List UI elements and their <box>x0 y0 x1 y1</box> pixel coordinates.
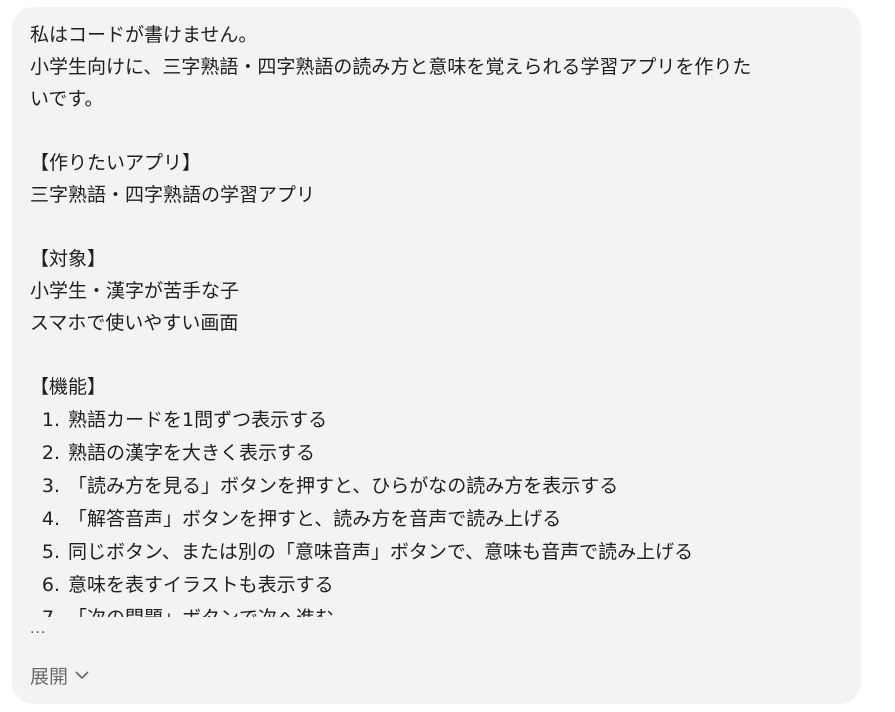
expand-button[interactable]: 展開 <box>30 662 89 689</box>
list-item-text: 「読み方を見る」ボタンを押すと、ひらがなの読み方を表示する <box>68 474 619 497</box>
list-item-number: 6. <box>41 573 60 596</box>
features-heading: 【機能】 <box>30 376 107 398</box>
list-item: 7. 「次の問題」ボタンで次へ進む <box>30 601 845 618</box>
section-heading-target: 【対象】 <box>30 248 107 270</box>
message-bubble: 私はコードが書けません。 小学生向けに、三字熟語・四字熟語の読み方と意味を覚えら… <box>12 7 861 704</box>
list-item: 5. 同じボタン、または別の「意味音声」ボタンで、意味も音声で読み上げる <box>30 535 845 568</box>
list-item: 2. 熟語の漢字を大きく表示する <box>30 436 845 469</box>
message-content: 私はコードが書けません。 小学生向けに、三字熟語・四字熟語の読み方と意味を覚えら… <box>30 19 845 617</box>
list-item: 3. 「読み方を見る」ボタンを押すと、ひらがなの読み方を表示する <box>30 469 845 502</box>
list-item-text: 同じボタン、または別の「意味音声」ボタンで、意味も音声で読み上げる <box>68 540 694 563</box>
section-line: スマホで使いやすい画面 <box>30 312 239 334</box>
chevron-down-icon <box>75 671 89 679</box>
list-item: 6. 意味を表すイラストも表示する <box>30 568 845 601</box>
truncation-ellipsis: ... <box>30 621 47 637</box>
list-item-number: 2. <box>41 441 60 464</box>
list-item: 4. 「解答音声」ボタンを押すと、読み方を音声で読み上げる <box>30 502 845 535</box>
list-item-number: 4. <box>41 507 60 530</box>
section-heading-app: 【作りたいアプリ】 <box>30 152 202 174</box>
intro-line: 私はコードが書けません。 <box>30 24 258 46</box>
list-item-number: 7. <box>30 602 68 618</box>
list-item-text: 「次の問題」ボタンで次へ進む <box>68 602 334 618</box>
list-item-text: 熟語の漢字を大きく表示する <box>68 441 316 464</box>
intro-line: 小学生向けに、三字熟語・四字熟語の読み方と意味を覚えられる学習アプリを作りた <box>30 56 752 78</box>
expand-label: 展開 <box>30 666 69 688</box>
list-item-text: 熟語カードを1問ずつ表示する <box>68 408 328 431</box>
section-line: 三字熟語・四字熟語の学習アプリ <box>30 184 316 206</box>
intro-line: いです。 <box>30 88 104 110</box>
list-item: 1. 熟語カードを1問ずつ表示する <box>30 403 845 436</box>
list-item-number: 1. <box>41 408 60 431</box>
section-line: 小学生・漢字が苦手な子 <box>30 280 240 302</box>
list-item-number: 3. <box>41 474 60 497</box>
list-item-text: 「解答音声」ボタンを押すと、読み方を音声で読み上げる <box>68 507 562 530</box>
list-item-number: 5. <box>41 540 60 563</box>
feature-list: 1. 熟語カードを1問ずつ表示する 2. 熟語の漢字を大きく表示する 3. 「読… <box>30 403 845 618</box>
list-item-text: 意味を表すイラストも表示する <box>68 573 334 596</box>
